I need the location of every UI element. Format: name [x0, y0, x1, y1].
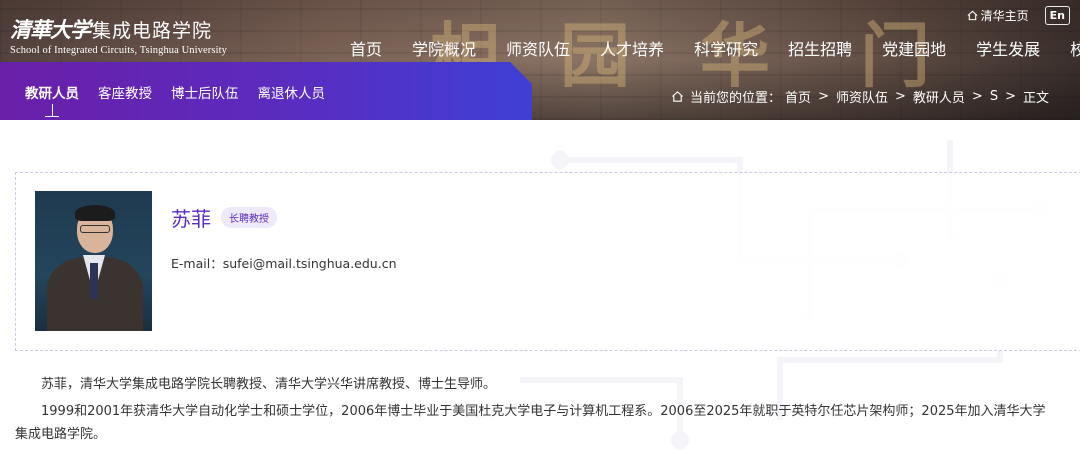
nav-item-alumni[interactable]: 校友: [1070, 36, 1080, 60]
breadcrumb-home[interactable]: 首页: [785, 87, 811, 106]
profile-card: 苏菲 长聘教授 E-mail：sufei@mail.tsinghua.edu.c…: [15, 172, 1080, 351]
home-icon: [672, 91, 684, 102]
main-navigation: 首页 学院概况 师资队伍 人才培养 科学研究 招生招聘 党建园地 学生发展 校友: [350, 36, 1080, 60]
nav-item-education[interactable]: 人才培养: [600, 36, 664, 60]
biography: 苏菲，清华大学集成电路学院长聘教授、清华大学兴华讲席教授、博士生导师。 1999…: [15, 373, 1055, 450]
profile-name: 苏菲: [171, 207, 211, 231]
logo-university-name: 清華大学: [10, 17, 91, 42]
home-link-label: 清华主页: [980, 9, 1029, 23]
home-icon: [967, 10, 978, 21]
breadcrumb-faculty[interactable]: 师资队伍: [836, 87, 888, 106]
subnav-item-faculty-staff[interactable]: 教研人员: [25, 82, 79, 117]
nav-item-research[interactable]: 科学研究: [694, 36, 758, 60]
top-links: 清华主页 En: [967, 6, 1070, 25]
breadcrumb-faculty-staff[interactable]: 教研人员: [913, 87, 965, 106]
logo-school-name: 集成电路学院: [92, 20, 213, 42]
school-logo[interactable]: 清華大学 集成电路学院 School of Integrated Circuit…: [10, 14, 227, 56]
language-switch-button[interactable]: En: [1044, 6, 1070, 25]
breadcrumb-separator: >: [1005, 89, 1016, 104]
nav-item-home[interactable]: 首页: [350, 36, 382, 60]
profile-photo: [35, 191, 152, 331]
breadcrumb-separator: >: [818, 89, 829, 104]
title-badge: 长聘教授: [221, 207, 277, 228]
subnav-item-visiting-professors[interactable]: 客座教授: [98, 82, 152, 102]
breadcrumb-current: 正文: [1022, 91, 1049, 106]
breadcrumb: 当前您的位置： 首页 > 师资队伍 > 教研人员 > S > 正文: [671, 87, 1049, 106]
breadcrumb-separator: >: [894, 89, 906, 104]
email-link[interactable]: sufei@mail.tsinghua.edu.cn: [223, 256, 397, 271]
profile-email: E-mail：sufei@mail.tsinghua.edu.cn: [171, 253, 397, 272]
nav-item-about[interactable]: 学院概况: [412, 36, 476, 60]
tsinghua-home-link[interactable]: 清华主页: [967, 7, 1029, 24]
main-content: 苏菲 长聘教授 E-mail：sufei@mail.tsinghua.edu.c…: [0, 120, 1080, 450]
logo-english-name: School of Integrated Circuits, Tsinghua …: [10, 45, 227, 56]
email-label: E-mail：: [171, 256, 223, 271]
breadcrumb-letter[interactable]: S: [990, 89, 998, 104]
nav-item-party[interactable]: 党建园地: [882, 36, 946, 60]
subnav-item-retired[interactable]: 离退休人员: [258, 82, 326, 102]
nav-item-admissions[interactable]: 招生招聘: [788, 36, 852, 60]
nav-item-faculty[interactable]: 师资队伍: [506, 36, 570, 60]
bio-paragraph: 苏菲，清华大学集成电路学院长聘教授、清华大学兴华讲席教授、博士生导师。: [41, 377, 497, 392]
breadcrumb-separator: >: [971, 89, 983, 104]
sub-navigation: 教研人员 客座教授 博士后队伍 离退休人员: [25, 82, 326, 117]
breadcrumb-label: 当前您的位置：: [690, 91, 782, 106]
subnav-item-postdocs[interactable]: 博士后队伍: [171, 82, 239, 102]
bio-paragraph: 1999和2001年获清华大学自动化学士和硕士学位，2006年博士毕业于美国杜克…: [15, 404, 1046, 442]
site-header: 相 园 华 门 清華大学 集成电路学院 School of Integrated…: [0, 0, 1080, 120]
nav-item-students[interactable]: 学生发展: [976, 36, 1040, 60]
